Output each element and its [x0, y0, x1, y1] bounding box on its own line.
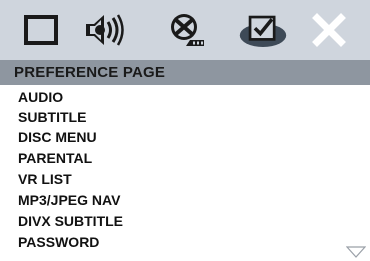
page-header: PREFERENCE PAGE: [0, 60, 370, 85]
menu-item-vr-list[interactable]: VR LIST: [18, 171, 72, 187]
general-setup-icon[interactable]: [16, 8, 66, 52]
menu-item-password[interactable]: PASSWORD: [18, 234, 99, 250]
page-title: PREFERENCE PAGE: [14, 64, 166, 81]
menu-item-audio[interactable]: AUDIO: [18, 89, 63, 105]
video-setup-icon[interactable]: [160, 8, 210, 52]
audio-setup-icon[interactable]: [80, 8, 130, 52]
menu-item-parental[interactable]: PARENTAL: [18, 150, 92, 166]
setup-icon-bar: [0, 0, 370, 60]
menu-item-mp3-jpeg-nav[interactable]: MP3/JPEG NAV: [18, 192, 120, 208]
menu-item-subtitle[interactable]: SUBTITLE: [18, 109, 86, 125]
menu-item-disc-menu[interactable]: DISC MENU: [18, 129, 97, 145]
exit-icon[interactable]: [304, 8, 354, 52]
scroll-down-icon[interactable]: [346, 245, 366, 259]
menu-item-divx-subtitle[interactable]: DIVX SUBTITLE: [18, 213, 123, 229]
setup-menu-screen: PREFERENCE PAGE AUDIO SUBTITLE DISC MENU…: [0, 0, 370, 261]
preference-setup-icon[interactable]: [238, 8, 288, 52]
preference-menu: AUDIO SUBTITLE DISC MENU PARENTAL VR LIS…: [0, 85, 370, 261]
